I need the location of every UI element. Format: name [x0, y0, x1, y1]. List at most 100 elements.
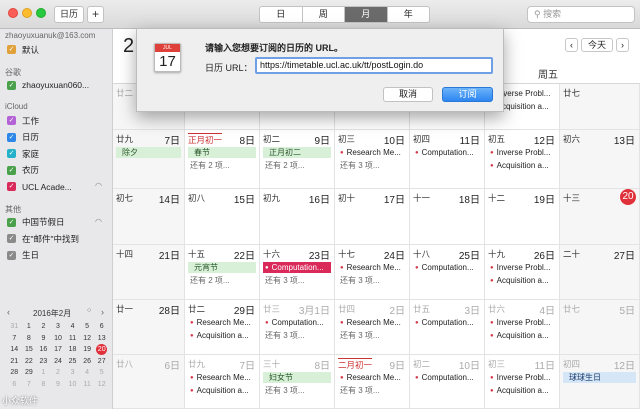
day-cell[interactable]: 廿九 7日Research Me... Acquisition a...: [185, 355, 260, 409]
mini-day[interactable]: 18: [65, 344, 80, 356]
mini-day[interactable]: 31: [7, 321, 22, 333]
day-cell[interactable]: 初五 12日Inverse Probl... Acquisition a...: [485, 130, 560, 189]
day-cell[interactable]: 初九 16日: [260, 189, 335, 245]
mini-day[interactable]: 6: [7, 379, 22, 391]
day-cell[interactable]: 二月初一 9日Research Me... 还有 3 项...: [335, 355, 410, 409]
mini-day[interactable]: 8: [22, 333, 37, 345]
calendar-item[interactable]: ✓ 家庭: [7, 147, 39, 160]
calendar-item[interactable]: ✓ 中国节假日: [7, 216, 65, 229]
mini-day[interactable]: 3: [51, 321, 66, 333]
calendar-event[interactable]: Inverse Probl...: [488, 262, 556, 273]
mini-day[interactable]: 21: [7, 356, 22, 368]
mini-day[interactable]: 9: [51, 379, 66, 391]
mini-day[interactable]: 4: [65, 321, 80, 333]
mini-day[interactable]: 2: [51, 367, 66, 379]
view-tab-3[interactable]: 年: [388, 7, 430, 22]
add-event-button[interactable]: +: [87, 6, 104, 23]
mini-prev-icon[interactable]: ‹: [7, 307, 10, 317]
more-events-link[interactable]: 还有 3 项...: [338, 330, 406, 341]
calendar-event[interactable]: Computation...: [413, 372, 481, 383]
mini-day[interactable]: 27: [94, 356, 109, 368]
mini-today-icon[interactable]: ○: [87, 307, 91, 314]
mini-day[interactable]: 12: [94, 379, 109, 391]
calendar-event[interactable]: Inverse Probl...: [488, 147, 556, 158]
next-month-button[interactable]: ›: [616, 38, 629, 52]
day-cell[interactable]: 十八 25日Computation...: [410, 245, 485, 300]
mini-day[interactable]: 9: [36, 333, 51, 345]
calendar-item[interactable]: ✓ UCL Acade...: [7, 180, 72, 193]
mini-day[interactable]: 13: [94, 333, 109, 345]
mini-day[interactable]: 26: [80, 356, 95, 368]
day-cell[interactable]: 廿五 3日Computation...: [410, 300, 485, 355]
mini-day[interactable]: 1: [36, 367, 51, 379]
checkbox-icon[interactable]: ✓: [7, 116, 16, 125]
day-cell[interactable]: 廿六 4日Inverse Probl... Acquisition a...: [485, 300, 560, 355]
day-cell[interactable]: 初七 14日: [113, 189, 185, 245]
calendar-item[interactable]: ✓ 衣历: [7, 164, 39, 177]
mini-day[interactable]: 4: [80, 367, 95, 379]
calendar-event[interactable]: Research Me...: [188, 372, 256, 383]
calendar-event[interactable]: Computation...: [263, 262, 331, 273]
mini-day[interactable]: 24: [51, 356, 66, 368]
more-events-link[interactable]: 还有 3 项...: [338, 385, 406, 396]
checkbox-icon[interactable]: ✓: [7, 45, 16, 54]
calendar-event[interactable]: 春节: [188, 147, 256, 158]
day-cell[interactable]: 初六 13日: [560, 130, 640, 189]
mini-day[interactable]: 2: [36, 321, 51, 333]
mini-day[interactable]: 23: [36, 356, 51, 368]
day-cell[interactable]: 廿九 7日 除夕: [113, 130, 185, 189]
day-cell[interactable]: 十九 26日Inverse Probl... Acquisition a...: [485, 245, 560, 300]
calendar-event[interactable]: Research Me...: [338, 372, 406, 383]
checkbox-icon[interactable]: ✓: [7, 250, 16, 260]
more-events-link[interactable]: 还有 3 项...: [263, 275, 331, 286]
more-events-link[interactable]: 还有 2 项...: [263, 160, 331, 171]
view-tab-2[interactable]: 月: [345, 7, 388, 22]
mini-day[interactable]: 19: [80, 344, 95, 356]
mini-day[interactable]: 28: [7, 367, 22, 379]
checkbox-icon[interactable]: ✓: [7, 182, 16, 191]
calendar-item[interactable]: ✓ 日历: [7, 131, 39, 144]
mini-day[interactable]: 17: [51, 344, 66, 356]
mini-day[interactable]: 10: [65, 379, 80, 391]
day-cell[interactable]: 廿一 28日: [113, 300, 185, 355]
mini-day[interactable]: 7: [22, 379, 37, 391]
checkbox-icon[interactable]: ✓: [7, 217, 16, 227]
calendar-item[interactable]: ✓ 在"邮件"中找到: [7, 232, 79, 245]
calendar-event[interactable]: Computation...: [413, 262, 481, 273]
calendar-event[interactable]: Inverse Probl...: [488, 372, 556, 383]
day-cell[interactable]: 正月初一 8日 春节 还有 2 项...: [185, 130, 260, 189]
mini-day[interactable]: 16: [36, 344, 51, 356]
mini-day[interactable]: 29: [22, 367, 37, 379]
calendar-event[interactable]: Acquisition a...: [488, 385, 556, 396]
today-button[interactable]: 今天: [581, 38, 613, 52]
calendar-event[interactable]: 球球生日: [563, 372, 636, 383]
checkbox-icon[interactable]: ✓: [7, 165, 16, 175]
day-cell[interactable]: 十四 21日: [113, 245, 185, 300]
cancel-button[interactable]: 取消: [383, 87, 433, 102]
checkbox-icon[interactable]: ✓: [7, 234, 16, 243]
mini-day[interactable]: 5: [94, 367, 109, 379]
calendar-event[interactable]: Research Me...: [338, 147, 406, 158]
mini-day[interactable]: 25: [65, 356, 80, 368]
day-cell[interactable]: 廿三 3月1日Computation... 还有 3 项...: [260, 300, 335, 355]
mini-next-icon[interactable]: ›: [101, 307, 104, 317]
calendar-event[interactable]: Computation...: [263, 317, 331, 328]
day-cell[interactable]: 初二 9日 正月初二 还有 2 项...: [260, 130, 335, 189]
day-cell[interactable]: 廿四 2日Research Me... 还有 3 项...: [335, 300, 410, 355]
more-events-link[interactable]: 还有 3 项...: [263, 385, 331, 396]
prev-month-button[interactable]: ‹: [565, 38, 578, 52]
mini-day[interactable]: 1: [22, 321, 37, 333]
calendar-event[interactable]: Acquisition a...: [488, 160, 556, 171]
calendar-event[interactable]: 元宵节: [188, 262, 256, 273]
day-cell[interactable]: 二十 27日: [560, 245, 640, 300]
close-window-button[interactable]: [8, 8, 18, 18]
day-cell[interactable]: 初十 17日: [335, 189, 410, 245]
calendar-event[interactable]: Research Me...: [338, 262, 406, 273]
day-cell[interactable]: 廿七 5日: [560, 300, 640, 355]
mini-day[interactable]: 20: [94, 344, 109, 356]
mini-day[interactable]: 11: [80, 379, 95, 391]
day-cell[interactable]: 十三 20: [560, 189, 640, 245]
view-tab-0[interactable]: 日: [260, 7, 303, 22]
day-cell[interactable]: 廿二 29日Research Me... Acquisition a...: [185, 300, 260, 355]
checkbox-icon[interactable]: ✓: [7, 149, 16, 158]
